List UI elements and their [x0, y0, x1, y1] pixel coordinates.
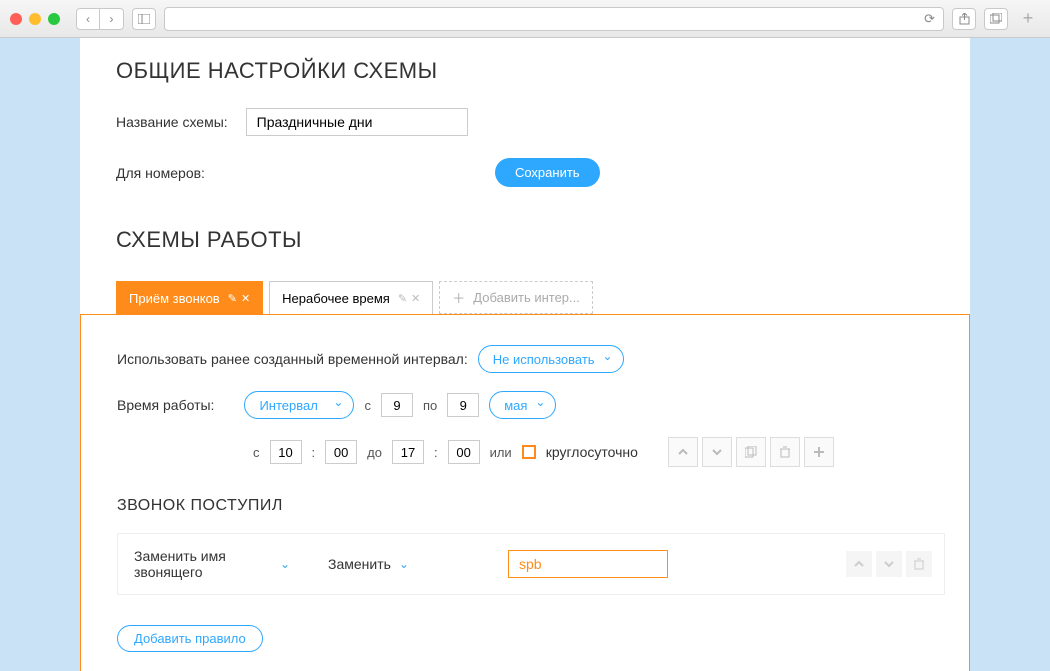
new-tab-button[interactable]: +: [1016, 7, 1040, 31]
work-schemes-title: СХЕМЫ РАБОТЫ: [116, 227, 970, 253]
close-icon[interactable]: ✕: [411, 292, 420, 305]
use-saved-label: Использовать ранее созданный временной и…: [117, 351, 468, 367]
scheme-name-input[interactable]: [246, 108, 468, 136]
close-window-icon[interactable]: [10, 13, 22, 25]
rule-value-input[interactable]: [508, 550, 668, 578]
tab-add-interval[interactable]: ＋ Добавить интер...: [439, 281, 593, 314]
scheme-name-row: Название схемы:: [116, 108, 970, 136]
browser-toolbar: ‹ › ⟳ +: [0, 0, 1050, 38]
forward-button[interactable]: ›: [100, 8, 124, 30]
tab-label: Приём звонков: [129, 291, 220, 306]
edit-icon[interactable]: ✎: [398, 292, 407, 305]
rule-row-actions: [846, 551, 932, 577]
nav-back-forward: ‹ ›: [76, 8, 124, 30]
add-button[interactable]: [804, 437, 834, 467]
address-bar[interactable]: ⟳: [164, 7, 944, 31]
arrow-down-icon: [711, 446, 723, 458]
share-button[interactable]: [952, 8, 976, 30]
colon: :: [312, 445, 316, 460]
tab-label: Нерабочее время: [282, 291, 390, 306]
move-down-button[interactable]: [702, 437, 732, 467]
plus-icon: [813, 446, 825, 458]
back-button[interactable]: ‹: [76, 8, 100, 30]
interval-panel: Использовать ранее созданный временной и…: [80, 314, 970, 671]
time-to-label: до: [367, 445, 382, 460]
edit-icon[interactable]: ✎: [228, 292, 237, 305]
use-saved-interval-row: Использовать ранее созданный временной и…: [117, 345, 945, 373]
for-numbers-row: Для номеров: Сохранить: [116, 158, 970, 187]
viewport: ОБЩИЕ НАСТРОЙКИ СХЕМЫ Название схемы: Дл…: [0, 38, 1050, 671]
work-time-label: Время работы:: [117, 397, 214, 413]
save-button[interactable]: Сохранить: [495, 158, 600, 187]
tabs-bar: Приём звонков ✎ ✕ Нерабочее время ✎ ✕ ＋ …: [116, 281, 970, 314]
rule-mode-select[interactable]: Заменить: [324, 552, 494, 576]
general-settings-title: ОБЩИЕ НАСТРОЙКИ СХЕМЫ: [116, 58, 970, 84]
interval-select[interactable]: Интервал: [244, 391, 354, 419]
rule-row: Заменить имя звонящего Заменить: [117, 533, 945, 595]
for-numbers-label: Для номеров:: [116, 165, 205, 181]
hour-from-input[interactable]: [270, 440, 302, 464]
month-select[interactable]: мая: [489, 391, 556, 419]
copy-button[interactable]: [736, 437, 766, 467]
reload-icon[interactable]: ⟳: [924, 11, 935, 27]
minimize-window-icon[interactable]: [29, 13, 41, 25]
sidebar-button[interactable]: [132, 8, 156, 30]
add-rule-button[interactable]: Добавить правило: [117, 625, 263, 652]
tab-offhours[interactable]: Нерабочее время ✎ ✕: [269, 281, 433, 314]
sidebar-icon: [138, 14, 150, 24]
arrow-down-icon: [883, 558, 895, 570]
move-up-button[interactable]: [668, 437, 698, 467]
use-saved-select[interactable]: Не использовать: [478, 345, 624, 373]
tabs-button[interactable]: [984, 8, 1008, 30]
rule-action-select[interactable]: Заменить имя звонящего: [130, 544, 310, 584]
colon: :: [434, 445, 438, 460]
tabs-icon: [990, 13, 1002, 24]
min-to-input[interactable]: [448, 440, 480, 464]
to-label: по: [423, 398, 437, 413]
page-content: ОБЩИЕ НАСТРОЙКИ СХЕМЫ Название схемы: Дл…: [80, 38, 970, 671]
hour-to-input[interactable]: [392, 440, 424, 464]
close-icon[interactable]: ✕: [241, 292, 250, 305]
day-to-input[interactable]: [447, 393, 479, 417]
arrow-up-icon: [677, 446, 689, 458]
time-range-row: с : до : или круглосуточно: [253, 437, 945, 467]
day-from-input[interactable]: [381, 393, 413, 417]
time-from-label: с: [253, 445, 260, 460]
or-label: или: [490, 445, 512, 460]
interval-actions: [668, 437, 834, 467]
trash-icon: [779, 446, 791, 458]
from-label: с: [364, 398, 371, 413]
maximize-window-icon[interactable]: [48, 13, 60, 25]
all-day-checkbox[interactable]: [522, 445, 536, 459]
scheme-name-label: Название схемы:: [116, 114, 228, 130]
move-down-button[interactable]: [876, 551, 902, 577]
all-day-label: круглосуточно: [546, 444, 638, 460]
share-icon: [959, 13, 970, 25]
call-received-title: ЗВОНОК ПОСТУПИЛ: [117, 497, 945, 515]
tab-calls[interactable]: Приём звонков ✎ ✕: [116, 281, 263, 314]
plus-icon: ＋: [452, 288, 465, 307]
trash-icon: [913, 558, 925, 570]
arrow-up-icon: [853, 558, 865, 570]
copy-icon: [745, 446, 757, 458]
tab-label: Добавить интер...: [473, 290, 580, 305]
min-from-input[interactable]: [325, 440, 357, 464]
delete-button[interactable]: [906, 551, 932, 577]
window-controls: [10, 13, 60, 25]
move-up-button[interactable]: [846, 551, 872, 577]
delete-button[interactable]: [770, 437, 800, 467]
work-time-row: Время работы: Интервал с по мая: [117, 391, 945, 419]
